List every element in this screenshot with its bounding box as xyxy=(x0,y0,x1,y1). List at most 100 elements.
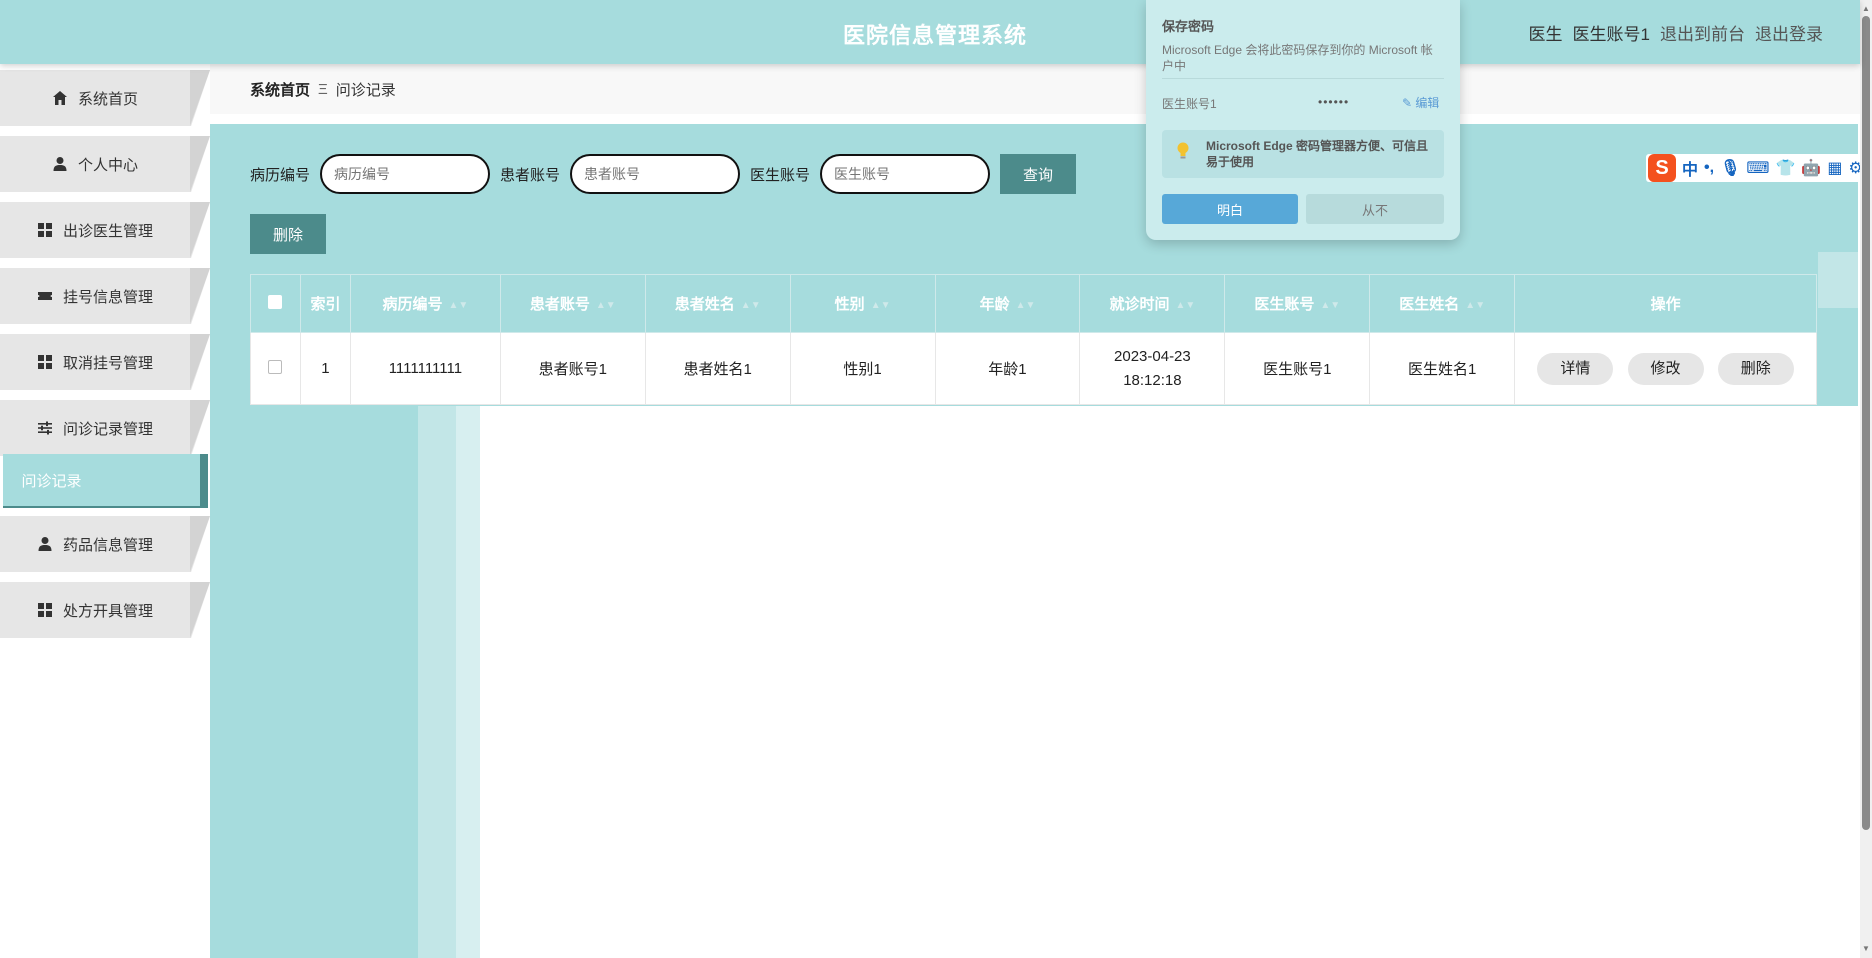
sidebar-item-label: 药品信息管理 xyxy=(62,536,153,554)
popup-edit-link[interactable]: ✎ 编辑 xyxy=(1402,94,1439,111)
scroll-up-icon[interactable]: ▲ xyxy=(1862,4,1870,13)
logout-link[interactable]: 退出登录 xyxy=(1755,20,1823,45)
sidebar: 系统首页 个人中心 出诊医生管理 挂号信息管理 取消挂号管理 问诊记录管理 问诊… xyxy=(0,64,210,958)
user-name: 医生账号1 xyxy=(1572,25,1650,44)
robot-icon[interactable]: 🤖 xyxy=(1801,158,1821,178)
sidebar-item-label: 挂号信息管理 xyxy=(62,288,153,306)
popup-description: Microsoft Edge 会将此密码保存到你的 Microsoft 帐户中 xyxy=(1162,43,1433,73)
pencil-icon: ✎ xyxy=(1402,96,1413,110)
table-header-row: 索引 病历编号 ▲▼ 患者账号 ▲▼ 患者姓名 ▲▼ 性别 ▲▼ 年龄 ▲▼ 就诊时间 ▲▼… xyxy=(250,274,1817,333)
batch-delete-button[interactable]: 删除 xyxy=(250,214,326,254)
cell-index: 1 xyxy=(299,332,351,405)
cell-doctor-account: 医生账号1 xyxy=(1224,332,1371,405)
sort-icon[interactable]: ▲▼ xyxy=(1465,300,1485,311)
column-header[interactable]: 性别 ▲▼ xyxy=(789,274,936,333)
doctor-account-label: 医生账号 xyxy=(750,166,811,184)
row-checkbox[interactable] xyxy=(268,359,283,374)
sidebar-item-consultation-management[interactable]: 问诊记录管理 xyxy=(0,400,210,456)
user-icon xyxy=(53,157,67,171)
ime-toolbar: S 中 •, 🎙 ⌨ 👕 🤖 ▦ ⚙ xyxy=(1646,154,1869,182)
header-select-all[interactable] xyxy=(250,274,301,333)
sidebar-item-cancel-registration[interactable]: 取消挂号管理 xyxy=(0,334,210,390)
table-row: 1 1111111111 患者账号1 患者姓名1 性别1 年龄1 2023-04… xyxy=(250,332,1817,405)
sidebar-item-label: 处方开具管理 xyxy=(62,602,153,620)
scroll-thumb[interactable] xyxy=(1862,16,1870,830)
row-select[interactable] xyxy=(250,332,301,405)
grid-icon xyxy=(37,223,52,237)
patient-account-input[interactable] xyxy=(570,154,741,194)
select-all-checkbox[interactable] xyxy=(268,294,283,309)
user-role: 医生 xyxy=(1528,25,1563,44)
sidebar-item-prescription-management[interactable]: 处方开具管理 xyxy=(0,582,210,638)
sort-icon[interactable]: ▲▼ xyxy=(871,300,891,311)
sidebar-item-label: 出诊医生管理 xyxy=(62,222,153,240)
popup-password: •••••• xyxy=(1318,95,1350,109)
toolbox-icon[interactable]: ▦ xyxy=(1827,158,1842,178)
column-header[interactable]: 年龄 ▲▼ xyxy=(934,274,1081,333)
delete-row-button[interactable]: 删除 xyxy=(1717,352,1794,385)
keyboard-icon[interactable]: ⌨ xyxy=(1746,158,1769,178)
sliders-icon xyxy=(37,421,52,435)
save-password-popup: 保存密码 Microsoft Edge 会将此密码保存到你的 Microsoft… xyxy=(1146,0,1460,240)
column-header[interactable]: 患者姓名 ▲▼ xyxy=(644,274,791,333)
edit-button[interactable]: 修改 xyxy=(1627,352,1704,385)
sidebar-item-doctor-management[interactable]: 出诊医生管理 xyxy=(0,202,210,258)
column-header[interactable]: 就诊时间 ▲▼ xyxy=(1079,274,1226,333)
query-button[interactable]: 查询 xyxy=(1000,154,1077,194)
cell-doctor-name: 医生姓名1 xyxy=(1369,332,1516,405)
sort-icon[interactable]: ▲▼ xyxy=(596,300,616,311)
popup-tip: Microsoft Edge 密码管理器方便、可信且易于使用 xyxy=(1162,130,1444,178)
cell-gender: 性别1 xyxy=(789,332,936,405)
breadcrumb-home[interactable]: 系统首页 xyxy=(250,79,310,100)
detail-button[interactable]: 详情 xyxy=(1537,352,1614,385)
sidebar-item-label: 问诊记录管理 xyxy=(62,420,153,438)
cell-record-no: 1111111111 xyxy=(349,332,501,405)
sidebar-item-label: 个人中心 xyxy=(77,156,138,174)
popup-ok-button[interactable]: 明白 xyxy=(1162,194,1298,224)
grid-icon xyxy=(37,355,52,369)
sort-icon[interactable]: ▲▼ xyxy=(1320,300,1340,311)
sidebar-item-registration-management[interactable]: 挂号信息管理 xyxy=(0,268,210,324)
content-panel: 病历编号 患者账号 医生账号 查询 删除 索引 病历编号▲▼ 患者账号▲▼ 患者… xyxy=(210,124,1858,958)
sort-icon[interactable]: ▲▼ xyxy=(449,300,469,311)
column-header: 索引 xyxy=(299,274,351,333)
popup-tip-text: Microsoft Edge 密码管理器方便、可信且易于使用 xyxy=(1206,139,1429,169)
sidebar-item-home[interactable]: 系统首页 xyxy=(0,70,210,126)
ticket-icon xyxy=(37,292,52,300)
column-header[interactable]: 医生姓名 ▲▼ xyxy=(1369,274,1516,333)
records-table: 索引 病历编号 ▲▼ 患者账号 ▲▼ 患者姓名 ▲▼ 性别 ▲▼ 年龄 ▲▼ 就诊时间 ▲▼… xyxy=(250,274,1817,405)
column-header[interactable]: 医生账号 ▲▼ xyxy=(1224,274,1371,333)
breadcrumb-separator: Ξ xyxy=(318,80,328,98)
sidebar-item-personal-center[interactable]: 个人中心 xyxy=(0,136,210,192)
doctor-account-input[interactable] xyxy=(820,154,991,194)
sort-icon[interactable]: ▲▼ xyxy=(741,300,761,311)
punctuation-icon[interactable]: •, xyxy=(1704,159,1714,177)
patient-account-label: 患者账号 xyxy=(500,166,561,184)
grid-icon xyxy=(37,603,52,617)
app-header: 医院信息管理系统 医生 医生账号1 退出到前台 退出登录 xyxy=(0,0,1860,64)
record-no-label: 病历编号 xyxy=(250,166,311,184)
skin-icon[interactable]: 👕 xyxy=(1775,158,1795,178)
sidebar-item-label: 系统首页 xyxy=(77,90,138,108)
sidebar-item-label: 取消挂号管理 xyxy=(62,354,153,372)
sidebar-subitem-consultation-records[interactable]: 问诊记录 xyxy=(3,454,208,508)
header-user-area: 医生 医生账号1 退出到前台 退出登录 xyxy=(1529,20,1823,45)
cell-age: 年龄1 xyxy=(934,332,1081,405)
scroll-down-icon[interactable]: ▼ xyxy=(1862,944,1870,953)
microphone-icon[interactable]: 🎙 xyxy=(1720,158,1740,178)
sort-icon[interactable]: ▲▼ xyxy=(1176,300,1196,311)
page-scrollbar[interactable]: ▲ ▼ xyxy=(1860,0,1872,958)
sidebar-item-medicine-management[interactable]: 药品信息管理 xyxy=(0,516,210,572)
column-header[interactable]: 患者账号 ▲▼ xyxy=(499,274,646,333)
record-no-input[interactable] xyxy=(320,154,491,194)
popup-never-button[interactable]: 从不 xyxy=(1306,194,1444,224)
user-icon xyxy=(38,537,52,551)
back-to-front-link[interactable]: 退出到前台 xyxy=(1660,20,1745,45)
sogou-logo-icon[interactable]: S xyxy=(1648,154,1676,182)
column-header[interactable]: 病历编号 ▲▼ xyxy=(349,274,501,333)
cell-patient-account: 患者账号1 xyxy=(499,332,646,405)
popup-username: 医生账号1 xyxy=(1162,97,1217,111)
sort-icon[interactable]: ▲▼ xyxy=(1016,300,1036,311)
chinese-mode-icon[interactable]: 中 xyxy=(1682,156,1698,180)
popup-title: 保存密码 xyxy=(1162,19,1215,34)
